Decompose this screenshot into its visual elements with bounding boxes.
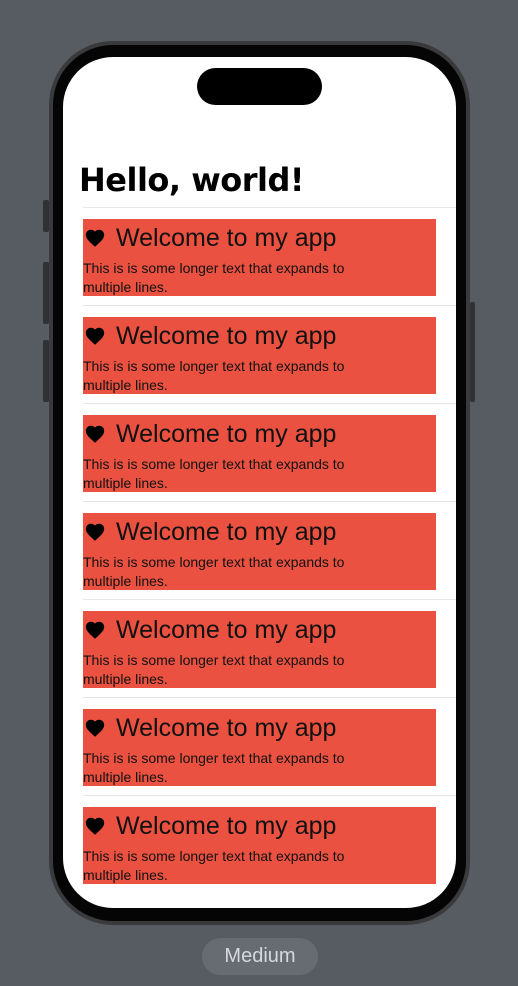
- card-header: Welcome to my app: [84, 317, 336, 355]
- card-header: Welcome to my app: [84, 219, 336, 257]
- heart-icon: [85, 621, 105, 639]
- card-body-text: This is is some longer text that expands…: [83, 260, 345, 295]
- device-screen[interactable]: Hello, world! Welcome to my app This is …: [63, 57, 456, 908]
- heart-icon: [85, 229, 105, 247]
- device-size-pill[interactable]: Medium: [202, 938, 318, 975]
- preview-canvas: Hello, world! Welcome to my app This is …: [0, 0, 518, 986]
- content-list[interactable]: Welcome to my app This is is some longer…: [83, 207, 456, 893]
- list-item[interactable]: Welcome to my app This is is some longer…: [83, 207, 456, 305]
- welcome-card: Welcome to my app This is is some longer…: [83, 807, 436, 884]
- heart-icon: [85, 327, 105, 345]
- list-item[interactable]: Welcome to my app This is is some longer…: [83, 305, 456, 403]
- card-body-text: This is is some longer text that expands…: [83, 750, 345, 785]
- card-title: Welcome to my app: [116, 615, 337, 644]
- card-title: Welcome to my app: [116, 419, 337, 448]
- card-title: Welcome to my app: [116, 321, 337, 350]
- card-body-text: This is is some longer text that expands…: [83, 456, 345, 491]
- welcome-card: Welcome to my app This is is some longer…: [83, 513, 436, 590]
- list-item[interactable]: Welcome to my app This is is some longer…: [83, 697, 456, 795]
- card-header: Welcome to my app: [84, 807, 336, 845]
- list-item[interactable]: Welcome to my app This is is some longer…: [83, 501, 456, 599]
- card-body-text: This is is some longer text that expands…: [83, 652, 345, 687]
- card-header: Welcome to my app: [84, 513, 336, 551]
- welcome-card: Welcome to my app This is is some longer…: [83, 709, 436, 786]
- welcome-card: Welcome to my app This is is some longer…: [83, 415, 436, 492]
- welcome-card: Welcome to my app This is is some longer…: [83, 219, 436, 296]
- welcome-card: Welcome to my app This is is some longer…: [83, 611, 436, 688]
- heart-icon: [85, 523, 105, 541]
- page-title: Hello, world!: [79, 161, 305, 199]
- list-item[interactable]: Welcome to my app This is is some longer…: [83, 795, 456, 893]
- card-body-text: This is is some longer text that expands…: [83, 848, 345, 883]
- card-title: Welcome to my app: [116, 223, 337, 252]
- power-button: [470, 302, 475, 402]
- card-title: Welcome to my app: [116, 713, 337, 742]
- list-item[interactable]: Welcome to my app This is is some longer…: [83, 403, 456, 501]
- card-header: Welcome to my app: [84, 611, 336, 649]
- welcome-card: Welcome to my app This is is some longer…: [83, 317, 436, 394]
- card-title: Welcome to my app: [116, 811, 337, 840]
- heart-icon: [85, 817, 105, 835]
- card-header: Welcome to my app: [84, 415, 336, 453]
- list-item[interactable]: Welcome to my app This is is some longer…: [83, 599, 456, 697]
- card-body-text: This is is some longer text that expands…: [83, 554, 345, 589]
- heart-icon: [85, 719, 105, 737]
- dynamic-island: [197, 68, 322, 105]
- card-header: Welcome to my app: [84, 709, 336, 747]
- heart-icon: [85, 425, 105, 443]
- card-title: Welcome to my app: [116, 517, 337, 546]
- card-body-text: This is is some longer text that expands…: [83, 358, 345, 393]
- device-frame: Hello, world! Welcome to my app This is …: [49, 41, 470, 925]
